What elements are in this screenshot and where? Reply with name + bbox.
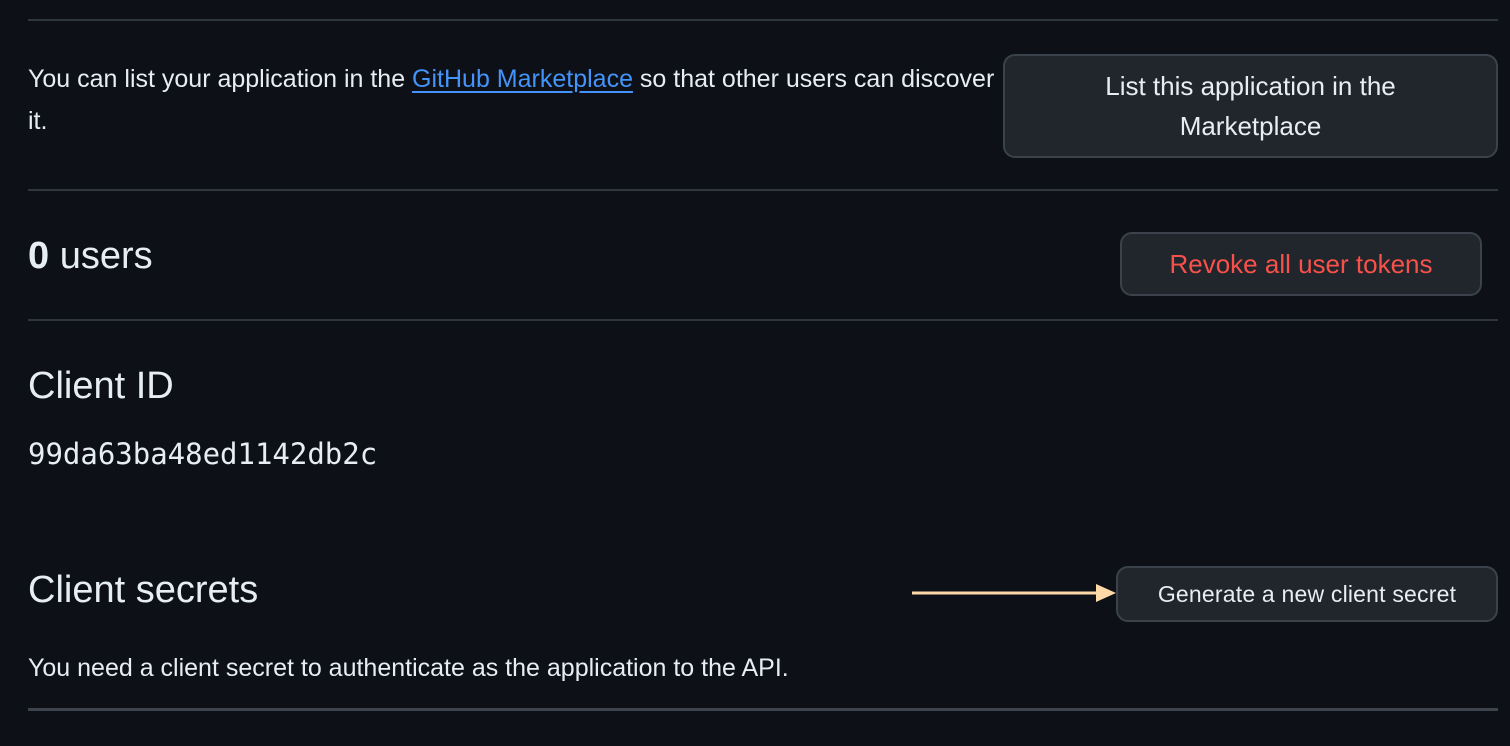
github-marketplace-link[interactable]: GitHub Marketplace	[412, 65, 633, 93]
list-in-marketplace-button[interactable]: List this application in the Marketplace	[1003, 54, 1498, 158]
bottom-divider	[28, 708, 1498, 711]
generate-client-secret-button[interactable]: Generate a new client secret	[1116, 566, 1498, 622]
marketplace-text-before: You can list your application in the	[28, 65, 413, 93]
client-id-title: Client ID	[28, 365, 174, 407]
client-secrets-title: Client secrets	[28, 569, 259, 611]
users-count: 0	[28, 235, 50, 277]
annotation-arrow-icon	[912, 584, 1116, 602]
client-secrets-description: You need a client secret to authenticate…	[28, 654, 789, 682]
users-count-heading: 0 users	[28, 232, 153, 280]
users-label: users	[49, 235, 153, 277]
divider-users	[28, 319, 1498, 321]
divider-marketplace	[28, 189, 1498, 191]
client-id-value: 99da63ba48ed1142db2c	[28, 437, 378, 471]
revoke-all-user-tokens-button[interactable]: Revoke all user tokens	[1120, 232, 1482, 296]
top-divider	[28, 19, 1498, 21]
marketplace-description: You can list your application in the Git…	[28, 58, 998, 142]
